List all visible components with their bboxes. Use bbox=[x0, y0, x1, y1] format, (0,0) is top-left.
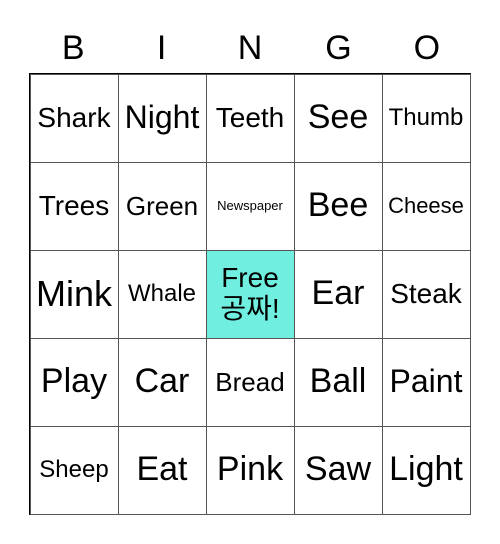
bingo-cell[interactable]: Night bbox=[117, 73, 207, 163]
bingo-cell[interactable]: Light bbox=[381, 425, 471, 515]
header-letter-o: O bbox=[413, 29, 441, 67]
bingo-cell[interactable]: Bread bbox=[205, 337, 295, 427]
bingo-cell[interactable]: Cheese bbox=[381, 161, 471, 251]
bingo-cell[interactable]: Steak bbox=[381, 249, 471, 339]
free-space-cell[interactable]: Free 공짜! bbox=[205, 249, 295, 339]
bingo-cell[interactable]: Newspaper bbox=[205, 161, 295, 251]
bingo-cell[interactable]: See bbox=[293, 73, 383, 163]
bingo-cell[interactable]: Shark bbox=[29, 73, 119, 163]
bingo-cell[interactable]: Eat bbox=[117, 425, 207, 515]
bingo-header: B I N G O bbox=[29, 24, 471, 72]
bingo-cell[interactable]: Mink bbox=[29, 249, 119, 339]
bingo-cell[interactable]: Teeth bbox=[205, 73, 295, 163]
bingo-cell[interactable]: Bee bbox=[293, 161, 383, 251]
bingo-cell[interactable]: Ear bbox=[293, 249, 383, 339]
bingo-cell[interactable]: Sheep bbox=[29, 425, 119, 515]
bingo-cell[interactable]: Thumb bbox=[381, 73, 471, 163]
bingo-cell[interactable]: Paint bbox=[381, 337, 471, 427]
header-letter-n: N bbox=[237, 29, 263, 67]
bingo-cell[interactable]: Ball bbox=[293, 337, 383, 427]
bingo-cell[interactable]: Green bbox=[117, 161, 207, 251]
bingo-cell[interactable]: Whale bbox=[117, 249, 207, 339]
bingo-cell[interactable]: Pink bbox=[205, 425, 295, 515]
bingo-card: Shark Night Teeth See Thumb Trees Green Newspap… bbox=[29, 73, 471, 515]
bingo-cell[interactable]: Play bbox=[29, 337, 119, 427]
bingo-cell[interactable]: Car bbox=[117, 337, 207, 427]
header-letter-g: G bbox=[325, 29, 352, 67]
header-letter-b: B bbox=[61, 29, 85, 67]
bingo-cell[interactable]: Trees bbox=[29, 161, 119, 251]
bingo-cell[interactable]: Saw bbox=[293, 425, 383, 515]
header-letter-i: I bbox=[156, 29, 167, 67]
